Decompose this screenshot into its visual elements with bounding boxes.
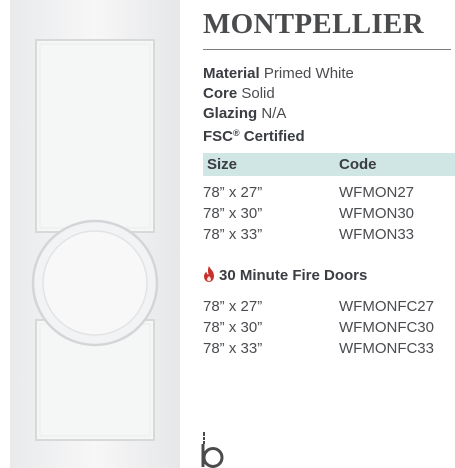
table-row: 78” x 27” WFMONFC27 xyxy=(203,298,455,318)
size-cell: 78” x 27” xyxy=(203,298,263,315)
code-cell: WFMON30 xyxy=(339,205,414,222)
registered-mark: ® xyxy=(233,128,240,138)
brand-logo xyxy=(200,432,228,468)
code-cell: WFMONFC33 xyxy=(339,340,434,357)
size-cell: 78” x 33” xyxy=(203,226,263,243)
door-image xyxy=(10,0,180,468)
fire-doors-label: 30 Minute Fire Doors xyxy=(219,267,368,284)
fsc-prefix: FSC xyxy=(203,128,233,145)
table-header: Size Code xyxy=(203,153,455,176)
spec-value: Solid xyxy=(241,85,275,102)
size-cell: 78” x 33” xyxy=(203,340,263,357)
column-code: Code xyxy=(339,156,377,173)
code-cell: WFMONFC27 xyxy=(339,298,434,315)
spec-material: Material Primed White xyxy=(203,64,354,83)
spec-value: Primed White xyxy=(263,65,354,82)
product-title: MONTPELLIER xyxy=(203,8,424,40)
table-row: 78” x 30” WFMONFC30 xyxy=(203,319,455,339)
fsc-suffix: Certified xyxy=(239,128,305,145)
size-cell: 78” x 30” xyxy=(203,319,263,336)
column-size: Size xyxy=(207,156,238,173)
spec-label: Material xyxy=(203,65,260,82)
size-cell: 78” x 27” xyxy=(203,184,263,201)
table-row: 78” x 27” WFMON27 xyxy=(203,184,455,204)
spec-value: N/A xyxy=(261,105,287,122)
spec-label: Core xyxy=(203,85,238,102)
spec-glazing: Glazing N/A xyxy=(203,104,286,123)
code-cell: WFMONFC30 xyxy=(339,319,434,336)
spec-core: Core Solid xyxy=(203,84,275,103)
code-cell: WFMON27 xyxy=(339,184,414,201)
code-cell: WFMON33 xyxy=(339,226,414,243)
table-row: 78” x 33” WFMON33 xyxy=(203,226,455,246)
flame-icon xyxy=(204,266,214,282)
size-cell: 78” x 30” xyxy=(203,205,263,222)
table-row: 78” x 30” WFMON30 xyxy=(203,205,455,225)
table-row: 78” x 33” WFMONFC33 xyxy=(203,340,455,360)
title-divider xyxy=(203,49,451,50)
spec-label: Glazing xyxy=(203,105,258,122)
fsc-certified: FSC® Certified xyxy=(203,124,305,146)
